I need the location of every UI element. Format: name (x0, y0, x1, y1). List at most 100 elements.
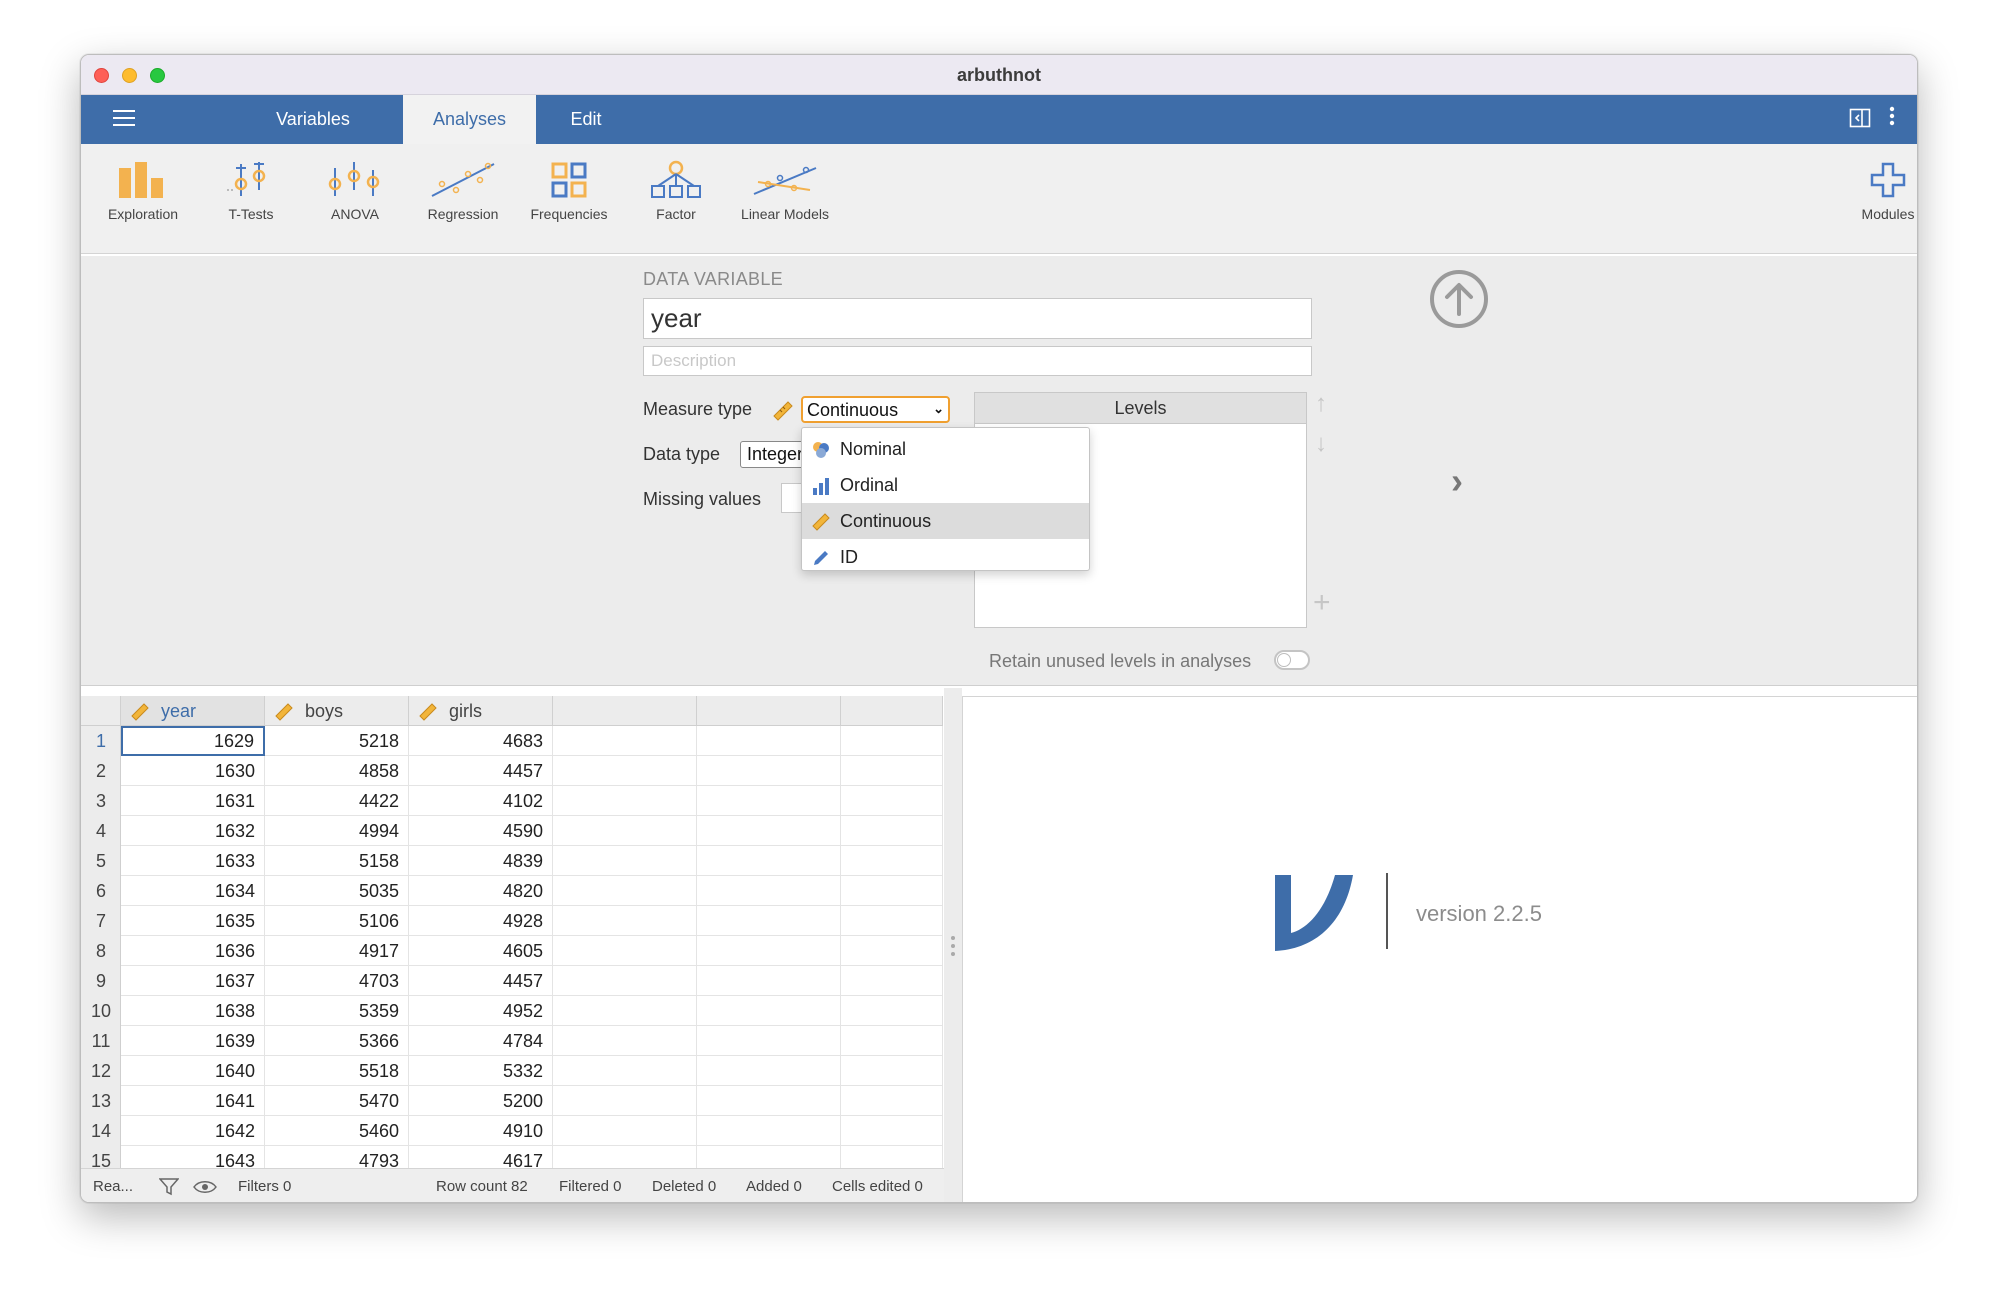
cell-empty[interactable] (553, 966, 697, 996)
cell-empty[interactable] (841, 726, 943, 756)
cell-girls[interactable]: 4617 (409, 1146, 553, 1168)
column-header-year[interactable]: year (121, 696, 265, 726)
cell-girls[interactable]: 4820 (409, 876, 553, 906)
move-level-down-icon[interactable]: ↓ (1315, 430, 1327, 458)
cell-empty[interactable] (697, 936, 841, 966)
cell-empty[interactable] (697, 756, 841, 786)
eye-icon[interactable] (193, 1179, 217, 1195)
row-number[interactable]: 11 (81, 1026, 121, 1056)
data-type-select[interactable]: Integer (740, 441, 810, 468)
cell-boys[interactable]: 4994 (265, 816, 409, 846)
cell-empty[interactable] (841, 816, 943, 846)
cell-girls[interactable]: 4590 (409, 816, 553, 846)
cell-empty[interactable] (841, 996, 943, 1026)
ribbon-factor[interactable]: Factor (643, 160, 709, 222)
column-header-girls[interactable]: girls (409, 696, 553, 726)
cell-empty[interactable] (553, 1116, 697, 1146)
cell-boys[interactable]: 5218 (265, 726, 409, 756)
cell-empty[interactable] (697, 786, 841, 816)
cell-empty[interactable] (697, 906, 841, 936)
dropdown-option-ordinal[interactable]: Ordinal (802, 467, 1089, 503)
row-number[interactable]: 9 (81, 966, 121, 996)
cell-empty[interactable] (553, 996, 697, 1026)
cell-empty[interactable] (553, 906, 697, 936)
add-level-icon[interactable]: + (1313, 586, 1331, 620)
ribbon-frequencies[interactable]: Frequencies (521, 160, 617, 222)
collapse-editor-up-icon[interactable] (1428, 268, 1490, 330)
cell-empty[interactable] (841, 936, 943, 966)
modules-button[interactable]: Modules (1853, 160, 1917, 222)
cell-empty[interactable] (841, 1116, 943, 1146)
row-number[interactable]: 1 (81, 726, 121, 756)
cell-year[interactable]: 1638 (121, 996, 265, 1026)
ribbon-t-tests[interactable]: T-Tests (209, 160, 293, 222)
row-number[interactable]: 7 (81, 906, 121, 936)
cell-boys[interactable]: 5359 (265, 996, 409, 1026)
variable-name-input[interactable] (643, 298, 1312, 339)
column-header-empty[interactable] (841, 696, 943, 726)
row-number[interactable]: 5 (81, 846, 121, 876)
cell-empty[interactable] (553, 1056, 697, 1086)
cell-empty[interactable] (697, 1056, 841, 1086)
cell-year[interactable]: 1630 (121, 756, 265, 786)
cell-empty[interactable] (841, 1086, 943, 1116)
cell-empty[interactable] (697, 846, 841, 876)
cell-empty[interactable] (697, 1116, 841, 1146)
cell-empty[interactable] (553, 846, 697, 876)
cell-empty[interactable] (697, 726, 841, 756)
ribbon-regression[interactable]: Regression (415, 160, 511, 222)
column-header-boys[interactable]: boys (265, 696, 409, 726)
more-options-icon[interactable] (1889, 104, 1895, 134)
row-number[interactable]: 13 (81, 1086, 121, 1116)
cell-empty[interactable] (697, 966, 841, 996)
cell-empty[interactable] (841, 1056, 943, 1086)
dropdown-option-id[interactable]: ID (802, 539, 1089, 575)
retain-unused-levels-toggle[interactable] (1274, 650, 1310, 670)
cell-empty[interactable] (553, 936, 697, 966)
cell-empty[interactable] (841, 966, 943, 996)
cell-year[interactable]: 1640 (121, 1056, 265, 1086)
cell-empty[interactable] (553, 786, 697, 816)
cell-empty[interactable] (841, 1026, 943, 1056)
cell-girls[interactable]: 4928 (409, 906, 553, 936)
cell-empty[interactable] (697, 876, 841, 906)
cell-boys[interactable]: 5470 (265, 1086, 409, 1116)
cell-girls[interactable]: 4839 (409, 846, 553, 876)
cell-girls[interactable]: 4102 (409, 786, 553, 816)
pane-splitter[interactable] (944, 688, 962, 1202)
cell-year[interactable]: 1642 (121, 1116, 265, 1146)
cell-year[interactable]: 1641 (121, 1086, 265, 1116)
cell-girls[interactable]: 5332 (409, 1056, 553, 1086)
cell-girls[interactable]: 4952 (409, 996, 553, 1026)
ribbon-exploration[interactable]: Exploration (99, 160, 187, 222)
cell-empty[interactable] (697, 996, 841, 1026)
filter-icon[interactable] (159, 1178, 179, 1196)
cell-empty[interactable] (697, 1146, 841, 1168)
cell-boys[interactable]: 5460 (265, 1116, 409, 1146)
cell-boys[interactable]: 5366 (265, 1026, 409, 1056)
cell-empty[interactable] (841, 1146, 943, 1168)
tab-analyses[interactable]: Analyses (403, 95, 536, 144)
cell-girls[interactable]: 4683 (409, 726, 553, 756)
cell-year[interactable]: 1633 (121, 846, 265, 876)
cell-empty[interactable] (697, 816, 841, 846)
cell-empty[interactable] (553, 1146, 697, 1168)
cell-empty[interactable] (841, 876, 943, 906)
row-number[interactable]: 12 (81, 1056, 121, 1086)
cell-year[interactable]: 1643 (121, 1146, 265, 1168)
ribbon-anova[interactable]: ANOVA (309, 160, 401, 222)
row-number[interactable]: 10 (81, 996, 121, 1026)
cell-empty[interactable] (553, 726, 697, 756)
ribbon-linear-models[interactable]: Linear Models (725, 160, 845, 222)
cell-empty[interactable] (553, 1026, 697, 1056)
dropdown-option-continuous[interactable]: Continuous (802, 503, 1089, 539)
move-level-up-icon[interactable]: ↑ (1315, 390, 1327, 418)
cell-year[interactable]: 1636 (121, 936, 265, 966)
cell-girls[interactable]: 4457 (409, 756, 553, 786)
row-number[interactable]: 6 (81, 876, 121, 906)
cell-girls[interactable]: 4457 (409, 966, 553, 996)
cell-girls[interactable]: 5200 (409, 1086, 553, 1116)
cell-empty[interactable] (841, 846, 943, 876)
cell-empty[interactable] (553, 1086, 697, 1116)
cell-empty[interactable] (841, 786, 943, 816)
